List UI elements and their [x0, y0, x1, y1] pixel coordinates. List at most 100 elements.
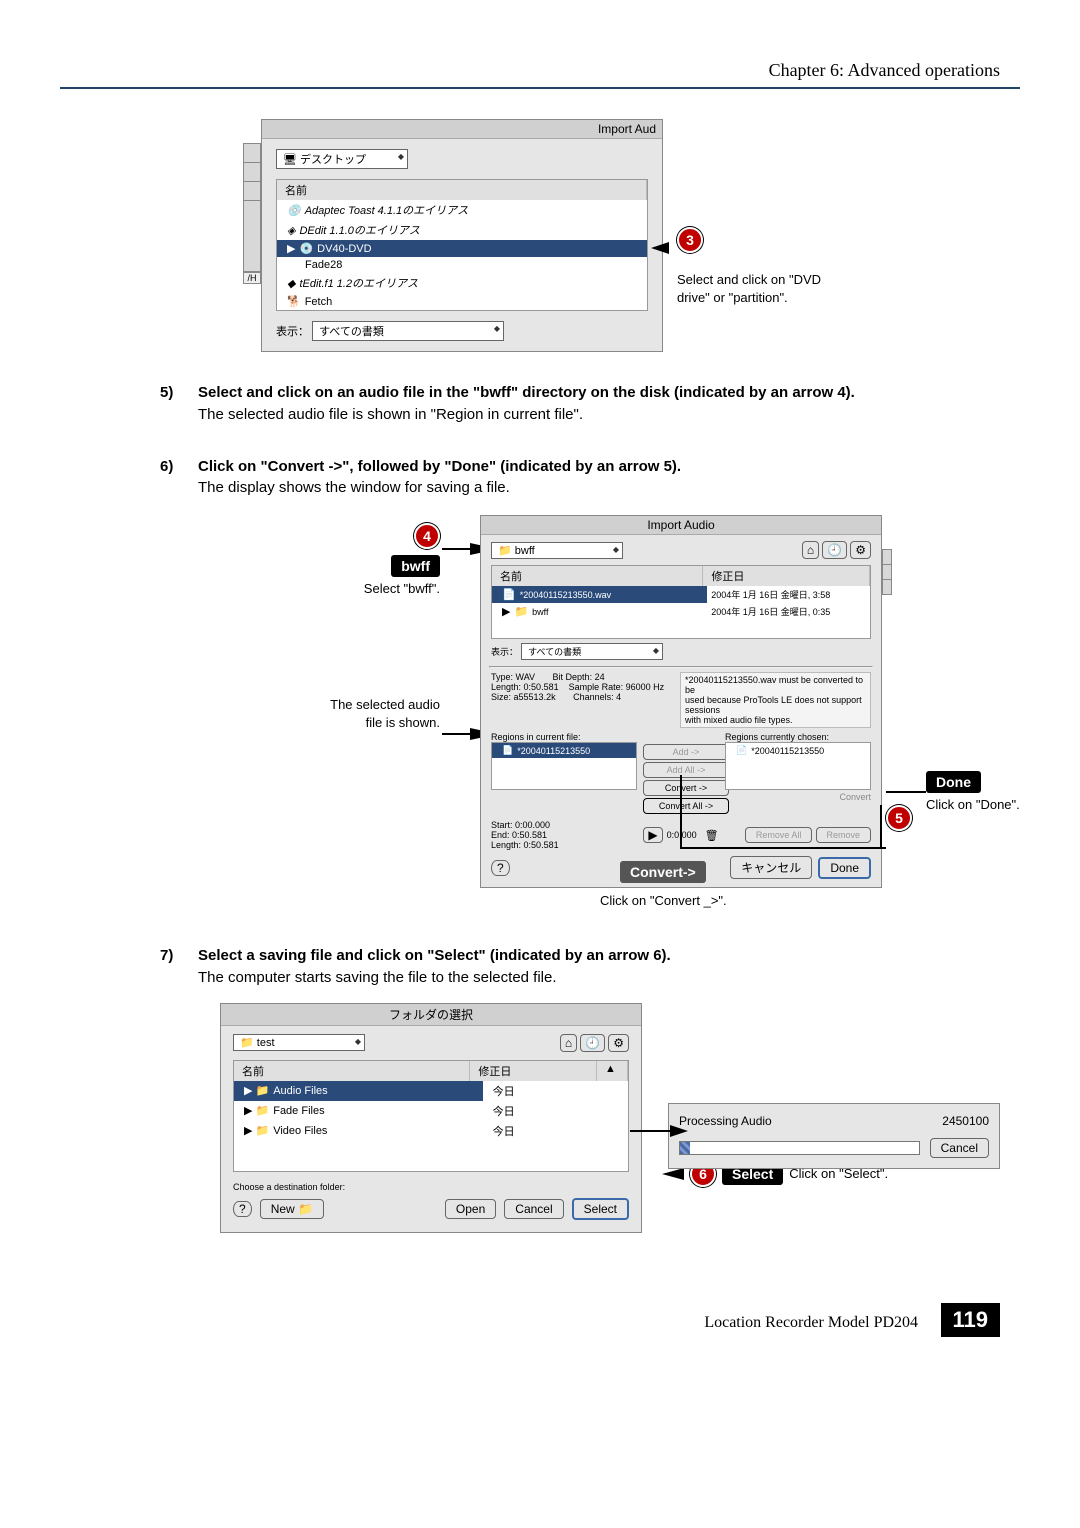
done-label: Done — [926, 771, 981, 793]
file-browser[interactable]: 名前 修正日 📄*20040115213550.wav 2004年 1月 16日… — [491, 565, 871, 639]
column-name: 名前 — [277, 180, 647, 200]
new-folder-icon: 📁 — [298, 1202, 313, 1216]
list-item-selected[interactable]: ▶ 💿DV40-DVD — [277, 240, 647, 257]
progress-value: 2450100 — [942, 1114, 989, 1128]
progress-label: Processing Audio — [679, 1114, 772, 1128]
location-popup[interactable]: 📁 bwff — [491, 542, 623, 559]
folder-row[interactable]: ▶ 📁bwff — [492, 603, 707, 620]
add-button[interactable]: Add -> — [643, 744, 729, 760]
gear-icon[interactable]: ⚙ — [850, 541, 871, 559]
window-title: Import Audio — [481, 516, 881, 535]
disc-icon: 💿 — [287, 204, 301, 217]
folder-select-window: フォルダの選択 📁 test ⌂ 🕘 ⚙ 名前 修正日 ▲ — [220, 1003, 642, 1233]
show-popup[interactable]: すべての書類 — [521, 643, 663, 660]
col-name: 名前 — [234, 1061, 470, 1081]
list-item[interactable]: 🐕Fetch — [277, 293, 647, 310]
choose-label: Choose a destination folder: — [221, 1172, 641, 1194]
col-name: 名前 — [492, 566, 703, 586]
open-button[interactable]: Open — [445, 1199, 496, 1219]
step-7-body: The computer starts saving the file to t… — [198, 969, 557, 986]
cancel-button[interactable]: キャンセル — [730, 856, 812, 879]
step-7-num: 7) — [160, 945, 198, 989]
list-item[interactable]: Fade28 — [277, 257, 647, 273]
page-number: 119 — [941, 1303, 1001, 1337]
side-tab: /H — [243, 272, 261, 284]
select-bwff-annot: Select "bwff". — [270, 581, 440, 596]
chapter-title: Chapter 6: Advanced operations — [60, 60, 1020, 81]
folder-row[interactable]: ▶ 📁 Video Files — [234, 1121, 483, 1141]
file-row[interactable]: 📄*20040115213550.wav — [492, 586, 707, 603]
app-icon: ◆ — [287, 277, 295, 290]
regions-chosen-list[interactable]: 📄 *20040115213550 — [725, 742, 871, 790]
monitor-icon: 🖥 — [283, 154, 297, 166]
convert-label: Convert-> — [620, 861, 706, 883]
step-5-num: 5) — [160, 382, 198, 426]
recent-icon[interactable]: 🕘 — [822, 541, 847, 559]
step-6-num: 6) — [160, 456, 198, 500]
gear-icon[interactable]: ⚙ — [608, 1034, 629, 1052]
shortcut-icon[interactable]: ⌂ — [560, 1034, 577, 1052]
file-info: Type: WAV Bit Depth: 24 Length: 0:50.581… — [491, 672, 672, 728]
folder-list[interactable]: 名前 修正日 ▲ ▶ 📁 Audio Files 今日 ▶ 📁 Fade Fil… — [233, 1060, 629, 1172]
select-button[interactable]: Select — [572, 1198, 629, 1220]
col-date: 修正日 — [470, 1061, 597, 1081]
bwff-label: bwff — [391, 555, 440, 577]
time-info: Start: 0:00.000 End: 0:50.581 Length: 0:… — [491, 820, 637, 850]
remove-all-button[interactable]: Remove All — [745, 827, 813, 843]
show-label: 表示： — [491, 647, 518, 657]
convert-all-button[interactable]: Convert All -> — [643, 798, 729, 814]
help-icon[interactable]: ? — [233, 1201, 252, 1217]
done-button[interactable]: Done — [818, 857, 871, 879]
convert-annot: Click on "Convert _>". — [600, 893, 727, 908]
convert-hint: Convert — [725, 790, 871, 802]
step-5-body: The selected audio file is shown in "Reg… — [198, 406, 583, 423]
help-icon[interactable]: ? — [491, 860, 510, 876]
disc-icon: 💿 — [299, 242, 313, 255]
folder-row[interactable]: ▶ 📁 Audio Files — [234, 1081, 483, 1101]
show-label: 表示： — [276, 326, 309, 338]
folder-icon: 📁 — [240, 1037, 254, 1049]
app-icon: ◈ — [287, 224, 295, 237]
header-rule — [60, 87, 1020, 89]
regions-in-file-list[interactable]: 📄 *20040115213550 — [491, 742, 637, 790]
convert-button[interactable]: Convert -> — [643, 780, 729, 796]
cancel-button[interactable]: Cancel — [504, 1199, 563, 1219]
location-popup[interactable]: 📁 test — [233, 1034, 365, 1051]
regions-chosen-label: Regions currently chosen: — [725, 732, 871, 742]
file-list[interactable]: 名前 💿Adaptec Toast 4.1.1のエイリアス ◈DEdit 1.1… — [276, 179, 648, 311]
list-item[interactable]: ◆tEdit.f1 1.2のエイリアス — [277, 273, 647, 293]
list-item[interactable]: 📄 *20040115213550 — [726, 743, 870, 758]
add-all-button[interactable]: Add All -> — [643, 762, 729, 778]
shortcut-icon[interactable]: ⌂ — [802, 541, 819, 559]
list-item[interactable]: ◈DEdit 1.1.0のエイリアス — [277, 220, 647, 240]
badge-5: 5 — [886, 805, 912, 831]
list-item[interactable]: 📄 *20040115213550 — [492, 743, 636, 758]
annotation-3: Select and click on "DVD drive" or "part… — [677, 271, 877, 307]
show-popup[interactable]: すべての書類 — [312, 321, 504, 341]
doc-icon: 📄 — [502, 588, 516, 601]
play-button[interactable]: ▶ — [643, 827, 662, 843]
new-button[interactable]: New 📁 — [260, 1199, 324, 1219]
remove-button[interactable]: Remove — [816, 827, 872, 843]
trash-icon[interactable]: 🗑 — [705, 829, 719, 842]
window-title: Import Aud — [262, 120, 662, 139]
list-item[interactable]: 💿Adaptec Toast 4.1.1のエイリアス — [277, 200, 647, 220]
step-7-title: Select a saving file and click on "Selec… — [198, 947, 671, 964]
location-popup[interactable]: 🖥 デスクトップ — [276, 149, 408, 169]
col-date: 修正日 — [703, 566, 870, 586]
done-annot: Click on "Done". — [926, 797, 1046, 812]
progress-bar — [679, 1141, 920, 1155]
step-5-title: Select and click on an audio file in the… — [198, 384, 855, 401]
import-aud-window: Import Aud 🖥 デスクトップ 名前 💿Adaptec Toast 4.… — [261, 119, 663, 352]
window-title: フォルダの選択 — [221, 1004, 641, 1026]
regions-in-file-label: Regions in current file: — [491, 732, 637, 742]
selected-audio-annot: The selected audio file is shown. — [270, 696, 440, 732]
step-6-title: Click on "Convert ->", followed by "Done… — [198, 458, 681, 475]
footer-text: Location Recorder Model PD204 — [704, 1314, 918, 1331]
badge-4: 4 — [414, 523, 440, 549]
progress-window: Processing Audio 2450100 Cancel — [668, 1103, 1000, 1169]
progress-cancel-button[interactable]: Cancel — [930, 1138, 989, 1158]
recent-icon[interactable]: 🕘 — [580, 1034, 605, 1052]
badge-3: 3 — [677, 227, 703, 253]
folder-row[interactable]: ▶ 📁 Fade Files — [234, 1101, 483, 1121]
